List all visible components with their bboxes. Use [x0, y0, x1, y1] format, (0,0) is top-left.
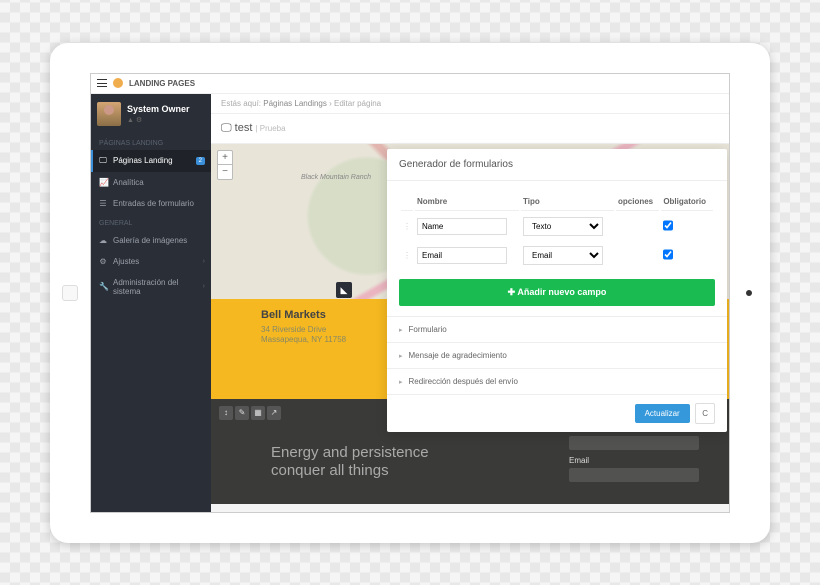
app-screen: LANDING PAGES System Owner ▲ ⚙ PÁGINAS L…	[90, 73, 730, 513]
laptop-icon: 🖵	[99, 156, 107, 166]
modal-footer: Actualizar C	[387, 394, 727, 432]
cancel-button[interactable]: C	[695, 403, 715, 424]
add-field-button[interactable]: ✚ Añadir nuevo campo	[399, 279, 715, 306]
breadcrumb-current: Editar página	[334, 99, 381, 108]
app-logo-icon	[113, 78, 123, 88]
fields-table: Nombre Tipo opciones Obligatorio ⋮ Texto	[399, 191, 715, 271]
drag-handle-icon[interactable]: ⋮	[401, 213, 413, 240]
hero-line: conquer all things	[271, 462, 429, 480]
list-icon: ☰	[99, 199, 107, 208]
table-row: ⋮ Email	[401, 242, 713, 269]
sidebar-item-admin[interactable]: 🔧 Administración del sistema ›	[91, 272, 211, 302]
sidebar-item-entradas[interactable]: ☰ Entradas de formulario	[91, 193, 211, 214]
sidebar-badge: 2	[196, 157, 205, 165]
image-tool-icon[interactable]: ▦	[251, 406, 265, 420]
avatar	[97, 102, 121, 126]
edit-toolbar: ↕ ✎ ▦ ↗	[219, 406, 281, 420]
form-preview: Name Email	[569, 424, 699, 488]
field-name-input[interactable]	[417, 218, 507, 235]
col-type: Tipo	[521, 193, 614, 211]
col-options: opciones	[616, 193, 659, 211]
info-address-line: 34 Riverside Drive	[261, 325, 346, 335]
sidebar-section-landing: PÁGINAS LANDING	[91, 134, 211, 150]
accordion-redireccion[interactable]: Redirección después del envío	[387, 368, 727, 394]
user-name: System Owner	[127, 104, 190, 114]
user-action-icons[interactable]: ▲ ⚙	[127, 116, 190, 124]
field-name-input[interactable]	[417, 247, 507, 264]
zoom-in-button[interactable]: +	[218, 151, 232, 165]
drag-handle-icon[interactable]: ⋮	[401, 242, 413, 269]
hero-text: Energy and persistence conquer all thing…	[271, 444, 429, 480]
breadcrumb-prefix: Estás aquí:	[221, 99, 261, 108]
hero-line: Energy and persistence	[271, 444, 429, 462]
preview-input[interactable]	[569, 436, 699, 450]
sidebar-item-label: Administración del sistema	[113, 278, 203, 296]
tablet-home-button[interactable]	[62, 285, 78, 301]
field-type-select[interactable]: Texto	[523, 217, 603, 236]
field-required-checkbox[interactable]	[663, 248, 673, 261]
editor-handle-icon[interactable]: ◣	[336, 282, 352, 298]
accordion-formulario[interactable]: Formulario	[387, 316, 727, 342]
topbar-title: LANDING PAGES	[129, 79, 195, 88]
breadcrumb-link[interactable]: Páginas Landings	[263, 99, 327, 108]
preview-input[interactable]	[569, 468, 699, 482]
col-name: Nombre	[415, 193, 519, 211]
laptop-icon: 🖵	[221, 122, 232, 134]
text-tool-icon[interactable]: ✎	[235, 406, 249, 420]
sidebar-item-label: Páginas Landing	[113, 156, 173, 165]
cloud-icon: ☁	[99, 236, 107, 245]
info-address-line: Massapequa, NY 11758	[261, 335, 346, 345]
sidebar-item-ajustes[interactable]: ⚙ Ajustes ›	[91, 251, 211, 272]
sidebar-item-label: Entradas de formulario	[113, 199, 194, 208]
page-title: test	[235, 122, 253, 134]
accordion-mensaje[interactable]: Mensaje de agradecimiento	[387, 342, 727, 368]
field-type-select[interactable]: Email	[523, 246, 603, 265]
info-card: Bell Markets 34 Riverside Drive Massapeq…	[261, 309, 346, 346]
breadcrumb: Estás aquí: Páginas Landings › Editar pá…	[211, 94, 729, 114]
modal-title: Generador de formularios	[387, 149, 727, 181]
map-zoom-control: + −	[217, 150, 233, 180]
table-header-row: Nombre Tipo opciones Obligatorio	[401, 193, 713, 211]
tablet-camera	[746, 290, 752, 296]
move-tool-icon[interactable]: ↕	[219, 406, 233, 420]
sidebar-item-galeria[interactable]: ☁ Galería de imágenes	[91, 230, 211, 251]
topbar: LANDING PAGES	[91, 74, 729, 94]
form-builder-modal: Generador de formularios Nombre Tipo opc…	[387, 149, 727, 432]
wrench-icon: 🔧	[99, 282, 107, 291]
sidebar-item-label: Analítica	[113, 178, 144, 187]
content-area: Estás aquí: Páginas Landings › Editar pá…	[211, 94, 729, 513]
page-subtitle: | Prueba	[255, 124, 285, 133]
sidebar-section-general: GENERAL	[91, 214, 211, 230]
zoom-out-button[interactable]: −	[218, 165, 232, 179]
map-label: Black Mountain Ranch	[301, 174, 371, 181]
table-row: ⋮ Texto	[401, 213, 713, 240]
update-button[interactable]: Actualizar	[635, 404, 690, 423]
menu-icon[interactable]	[97, 79, 107, 87]
tablet-frame: LANDING PAGES System Owner ▲ ⚙ PÁGINAS L…	[50, 43, 770, 543]
col-required: Obligatorio	[661, 193, 713, 211]
sliders-icon: ⚙	[99, 257, 107, 266]
sidebar-item-analitica[interactable]: 📈 Analítica	[91, 172, 211, 193]
sidebar: System Owner ▲ ⚙ PÁGINAS LANDING 🖵 Págin…	[91, 94, 211, 513]
chevron-right-icon: ›	[203, 258, 205, 265]
page-title-bar: 🖵 test | Prueba	[211, 114, 729, 144]
info-title: Bell Markets	[261, 309, 346, 321]
preview-label: Email	[569, 456, 699, 465]
user-block[interactable]: System Owner ▲ ⚙	[91, 94, 211, 134]
sidebar-item-paginas-landing[interactable]: 🖵 Páginas Landing 2	[91, 150, 211, 172]
sidebar-item-label: Galería de imágenes	[113, 236, 187, 245]
sidebar-item-label: Ajustes	[113, 257, 139, 266]
link-tool-icon[interactable]: ↗	[267, 406, 281, 420]
chevron-right-icon: ›	[203, 283, 205, 290]
field-required-checkbox[interactable]	[663, 219, 673, 232]
chart-icon: 📈	[99, 178, 107, 187]
